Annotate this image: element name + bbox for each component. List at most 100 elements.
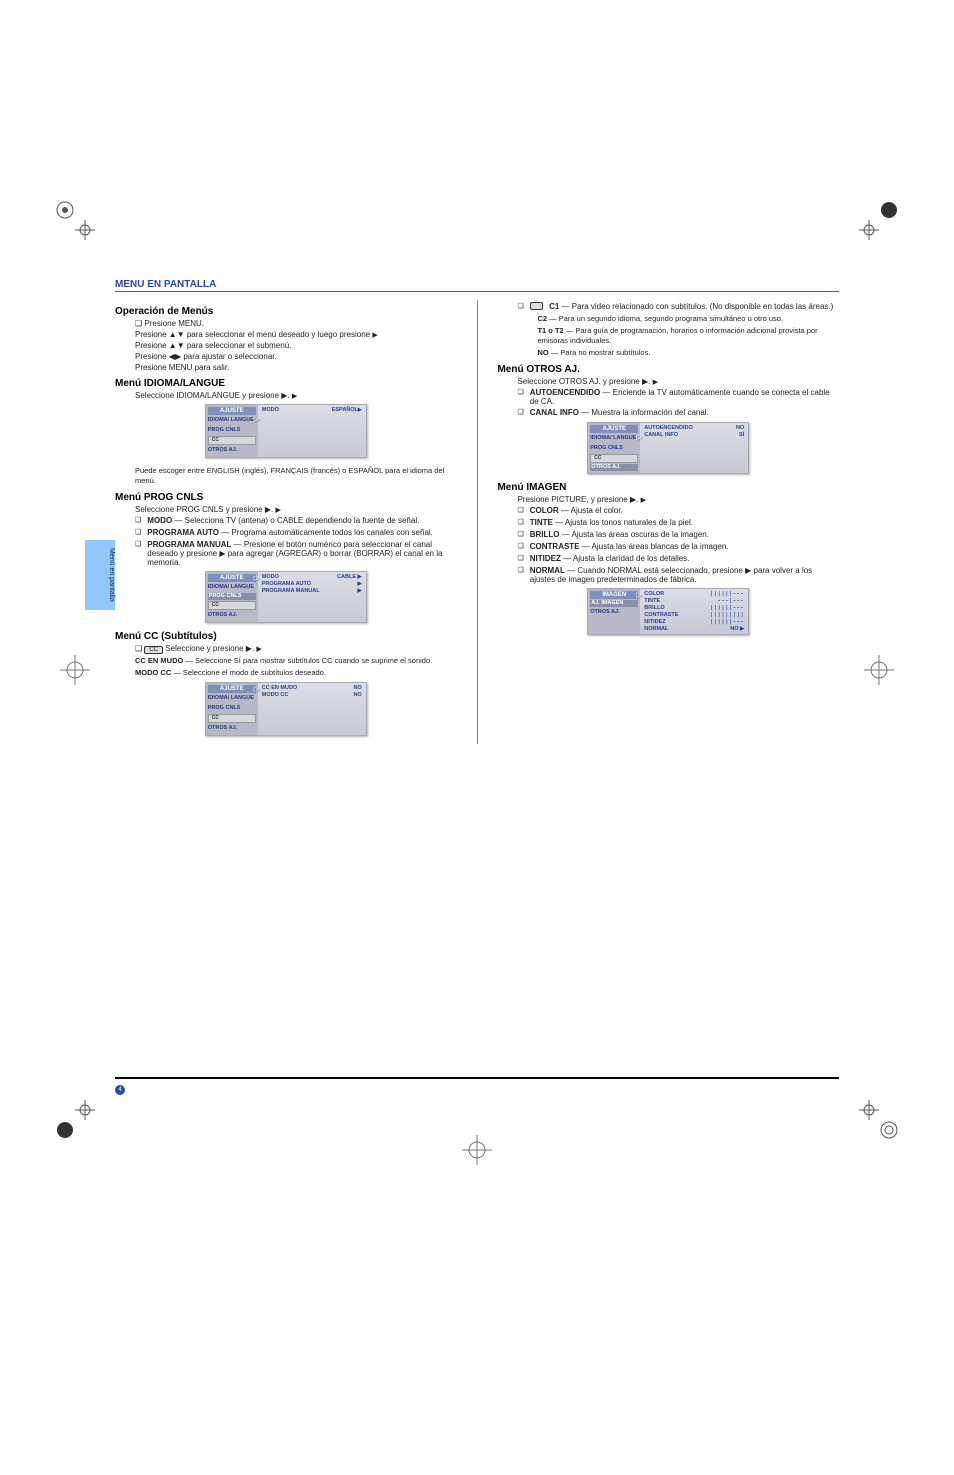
side-tab: Menú en pantalla <box>85 540 115 610</box>
bullet-icon: ❑ <box>517 554 523 564</box>
menu-row-label: NORMAL <box>644 626 730 632</box>
crop-mark-tl <box>55 200 95 240</box>
item-normal: NORMAL — Cuando NORMAL está seleccionado… <box>530 566 839 584</box>
item-cc-modo: MODO CC — Seleccione el modo de subtítul… <box>135 668 326 678</box>
heading-cc: Menú CC (Subtítulos) <box>115 631 457 642</box>
heading-idioma: Menú IDIOMA/LANGUE <box>115 378 457 389</box>
heading-prog: Menú PROG CNLS <box>115 492 457 503</box>
item-cc-no: NO — Para no mostrar subtítulos. <box>537 348 650 358</box>
menu-row-label: AUTOENCENDIDO <box>644 425 736 431</box>
menu-side-item: CC <box>208 601 256 610</box>
item-c2: C2 — Para un segundo idioma, segundo pro… <box>537 314 783 324</box>
item-brillo: BRILLO — Ajusta las áreas oscuras de la … <box>530 530 709 539</box>
cursor-icon: ▷ <box>254 415 259 423</box>
bullet-icon: ❑ <box>135 516 141 526</box>
screenshot-ajuste-idioma: AJUSTE IDIOMA/ LANGUE PROG CNLS CC OTROS… <box>205 404 367 458</box>
menu-side-item: OTROS AJ. <box>208 611 256 620</box>
arrow-right-icon: ▶ <box>641 497 646 504</box>
page-title: MENU EN PANTALLA <box>115 279 216 290</box>
side-mark-right <box>864 655 894 690</box>
top-rule <box>115 291 839 292</box>
step-2: Presione ▲▼ para seleccionar el menú des… <box>135 330 457 339</box>
menu-side-item: PROG CNLS <box>208 593 256 600</box>
menu-side-item: OTROS AJ. <box>208 446 256 455</box>
menu-row-label: CC EN MUDO <box>262 685 354 691</box>
menu-side-item: IDIOMA/ LANGUE <box>208 694 256 703</box>
menu-row-value: ESPAÑOL <box>332 407 358 413</box>
menu-row-label: MODO CC <box>262 692 354 698</box>
side-mark-left <box>60 655 90 690</box>
menu-row-label: PROGRAMA MANUAL <box>262 588 358 594</box>
item-nitidez: NITIDEZ — Ajusta la claridad de los deta… <box>530 554 690 563</box>
cursor-icon: ▷ <box>254 574 259 582</box>
menu-row-value: ▶ <box>358 588 362 594</box>
lang-step: Seleccione IDIOMA/LANGUE y presione ▶. ▶ <box>135 391 457 400</box>
menu-row-value: NO <box>354 692 362 698</box>
bullet-icon: ❑ <box>517 408 523 418</box>
menu-title: AJUSTE <box>590 425 638 433</box>
menu-side-item: PROG CNLS <box>208 704 256 713</box>
arrow-right-icon: ▶ <box>653 379 658 386</box>
prog-step: Seleccione PROG CNLS y presione ▶. ▶ <box>135 505 457 514</box>
menu-row-value: ▶ <box>358 581 362 587</box>
menu-row-value: ||||||||| <box>710 612 744 618</box>
menu-side-item: PROG CNLS <box>208 426 256 435</box>
item-t1t2: T1 o T2 — Para guía de programación, hor… <box>537 326 839 346</box>
menu-side-item: CC <box>590 454 638 463</box>
item-canal-info: CANAL INFO — Muestra la información del … <box>530 408 709 417</box>
menu-side-item: OTROS AJ. <box>590 608 638 617</box>
bullet-icon: ❑ <box>517 566 523 576</box>
menu-row-label: TINTE <box>644 598 717 604</box>
bullet-icon: ❑ <box>135 528 141 538</box>
heading-imagen: Menú IMAGEN <box>497 482 839 493</box>
menu-side-item: IDIOMA/ LANGUE <box>208 416 256 425</box>
arrow-right-icon: ▶ <box>372 332 377 339</box>
cursor-icon: ▷ <box>636 591 641 599</box>
item-tinte: TINTE — Ajusta los tonos naturales de la… <box>530 518 693 527</box>
crop-mark-br <box>859 1100 899 1140</box>
cc-box-icon: CC <box>144 646 163 654</box>
menu-row-label: CANAL INFO <box>644 432 739 438</box>
otros-step: Seleccione OTROS AJ. y presione ▶. ▶ <box>517 377 839 386</box>
item-prog-auto: PROGRAMA AUTO — Programa automáticamente… <box>147 528 433 537</box>
menu-side-item: AJ. IMAGEN <box>590 600 638 607</box>
menu-row-label: MODO <box>262 407 332 413</box>
item-modo: MODO — Selecciona TV (antena) o CABLE de… <box>147 516 419 525</box>
menu-row-value: SÍ <box>739 432 744 438</box>
menu-side-item: IDIOMA/ LANGUE <box>208 583 256 592</box>
menu-side-item: CC <box>208 714 256 723</box>
menu-row-value: ||||||--- <box>710 619 744 625</box>
lang-hint: Puede escoger entre ENGLISH (inglés), FR… <box>135 466 457 486</box>
bullet-icon: ❑ <box>135 540 141 550</box>
crop-mark-bl <box>55 1100 95 1140</box>
menu-row-value: ---|--- <box>718 598 745 604</box>
menu-row-label: NITIDEZ <box>644 619 710 625</box>
menu-side-item: OTROS AJ. <box>208 724 256 733</box>
menu-title: IMAGEN <box>590 591 638 599</box>
center-mark-bottom <box>462 1135 492 1170</box>
screenshot-otros: AJUSTE IDIOMA/ LANGUE PROG CNLS CC OTROS… <box>587 422 749 474</box>
heading-otros: Menú OTROS AJ. <box>497 364 839 375</box>
arrow-right-icon: ▶ <box>256 646 261 653</box>
menu-row-label: BRILLO <box>644 605 710 611</box>
menu-row-value: NO ▶ <box>730 626 744 632</box>
menu-row-value: ||||||--- <box>710 605 744 611</box>
menu-title: AJUSTE <box>208 685 256 693</box>
step-4: Presione ◀▶ para ajustar o seleccionar. <box>135 352 457 361</box>
heading-menu-ops: Operación de Menús <box>115 306 457 317</box>
screenshot-imagen: IMAGEN AJ. IMAGEN OTROS AJ. ▷ COLOR|||||… <box>587 588 749 635</box>
menu-title: AJUSTE <box>208 407 256 415</box>
menu-row-value: ||||||--- <box>710 591 744 597</box>
step-5: Presione MENU para salir. <box>135 363 457 372</box>
bullet-icon: ❑ <box>517 388 523 398</box>
key-box <box>530 302 543 310</box>
screenshot-prog-cnls: AJUSTE IDIOMA/ LANGUE PROG CNLS CC OTROS… <box>205 571 367 623</box>
cursor-icon: ▷ <box>636 433 641 441</box>
menu-title: AJUSTE <box>208 574 256 582</box>
menu-row-label: CONTRASTE <box>644 612 710 618</box>
menu-row-value: CABLE ▶ <box>337 574 362 580</box>
menu-row-label: PROGRAMA AUTO <box>262 581 358 587</box>
step-1: ❑ Presione MENU. <box>135 319 457 328</box>
imagen-step: Presione PICTURE, y presione ▶. ▶ <box>517 495 839 504</box>
bullet-icon: ❑ <box>517 506 523 516</box>
